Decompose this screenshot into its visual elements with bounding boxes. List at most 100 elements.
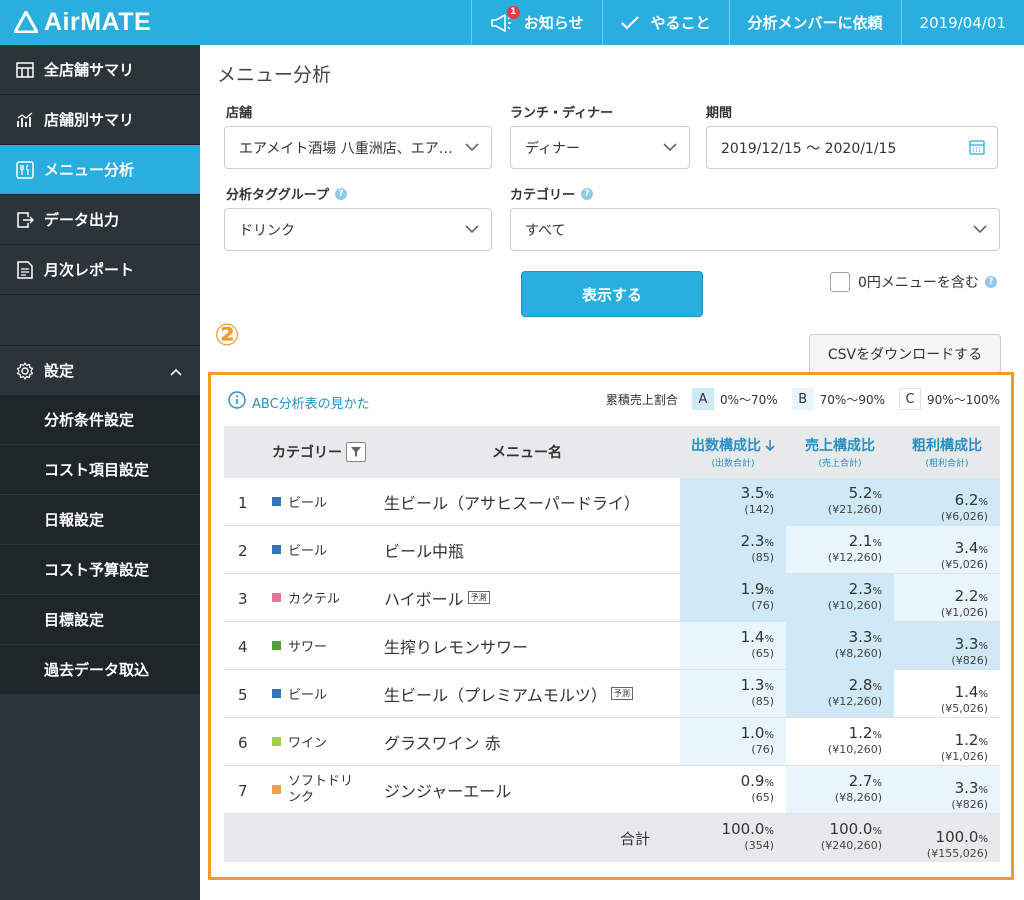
store-select-value: エアメイト酒場 八重洲店、エア… <box>239 140 453 157</box>
sales-ratio-cell: 2.3% (¥10,260) <box>786 574 894 621</box>
lunch-dinner-select[interactable]: ディナー <box>510 126 690 169</box>
category-cell: ビール <box>272 478 327 525</box>
sidebar-item-label: データ出力 <box>44 211 120 229</box>
total-row: 合計 100.0% (354) 100.0% (¥240,260) 100.0%… <box>224 814 1000 862</box>
count-ratio-pct: 0.9% <box>740 772 774 790</box>
tag-group-select[interactable]: ドリンク <box>224 208 492 251</box>
category-cell: ビール <box>272 526 327 573</box>
sales-ratio-cell: 2.7% (¥8,260) <box>786 766 894 813</box>
abc-howto-label: ABC分析表の見かた <box>252 396 370 412</box>
sidebar-item-label: 店舗別サマリ <box>44 111 135 129</box>
profit-total-sub: (粗利合計) <box>925 459 969 469</box>
help-icon[interactable]: ? <box>984 276 997 288</box>
sidebar-sub-label: コスト予算設定 <box>44 561 150 579</box>
tag-group-label: 分析タググループ ? <box>226 184 347 203</box>
sidebar-item-monthly-report[interactable]: 月次レポート <box>0 245 200 295</box>
help-icon[interactable]: ? <box>334 187 347 200</box>
profit-ratio-pct: 3.3% <box>954 635 988 653</box>
sidebar-sub-cost-items[interactable]: コスト項目設定 <box>0 445 200 495</box>
store-select[interactable]: エアメイト酒場 八重洲店、エア… <box>224 126 492 169</box>
period-value: 2019/12/15 〜 2020/1/15 <box>721 140 897 157</box>
sales-ratio-cell: 3.3% (¥8,260) <box>786 622 894 669</box>
table-row[interactable]: 1 ビール 生ビール（アサヒスーパードライ） 3.5% (142) 5.2% (… <box>224 478 1000 526</box>
category-header-label: カテゴリー <box>272 445 342 461</box>
sidebar-item-label: メニュー分析 <box>44 161 135 179</box>
sidebar-item-menu-analysis[interactable]: メニュー分析 <box>0 145 200 195</box>
profit-ratio-label: 粗利構成比 <box>912 438 982 454</box>
profit-ratio-header[interactable]: 粗利構成比 (粗利合計) <box>894 426 1000 478</box>
count-ratio-cell: 0.9% (65) <box>680 766 786 813</box>
table-row[interactable]: 6 ワイン グラスワイン 赤 1.0% (76) 1.2% (¥10,260) <box>224 718 1000 766</box>
category-cell: サワー <box>272 622 327 669</box>
table-row[interactable]: 7 ソフトドリンク ジンジャーエール 0.9% (65) 2.7% (¥8,26… <box>224 766 1000 814</box>
chevron-down-icon <box>465 222 479 238</box>
sales-ratio-pct: 3.3% <box>848 628 882 646</box>
sales-ratio-cell: 5.2% (¥21,260) <box>786 478 894 525</box>
sidebar-item-data-export[interactable]: データ出力 <box>0 195 200 245</box>
chevron-down-icon <box>663 140 677 156</box>
count-ratio-header[interactable]: 出数構成比 (出数合計) <box>680 426 786 478</box>
csv-download-button[interactable]: CSVをダウンロードする <box>809 334 1001 374</box>
todo-button[interactable]: やること <box>601 0 729 45</box>
table-row[interactable]: 5 ビール 生ビール（プレミアムモルツ） 予測 1.3% (85) 2.8% (¥… <box>224 670 1000 718</box>
count-ratio-pct: 1.3% <box>740 676 774 694</box>
profit-ratio-cell: 6.2% (¥6,026) <box>894 478 1000 525</box>
megaphone-icon: 1 <box>490 5 520 32</box>
abc-legend: 累積売上割合 A 0%〜70% B 70%〜90% C 90%〜100% <box>606 388 1000 410</box>
calendar-icon[interactable] <box>969 139 985 159</box>
sidebar-item-all-stores[interactable]: 全店舗サマリ <box>0 45 200 95</box>
chevron-up-icon <box>170 362 182 380</box>
profit-ratio-pct: 1.4% <box>954 683 988 701</box>
menu-name: ビール中瓶 <box>384 541 465 561</box>
table-row[interactable]: 4 サワー 生搾りレモンサワー 1.4% (65) 3.3% (¥8,260) <box>224 622 1000 670</box>
lunch-dinner-label: ランチ・ディナー <box>510 106 614 121</box>
count-ratio-pct: 2.3% <box>740 532 774 550</box>
sales-ratio-header[interactable]: 売上構成比 (売上合計) <box>786 426 894 478</box>
show-button[interactable]: 表示する <box>521 271 703 317</box>
zero-menu-checkbox[interactable] <box>830 272 850 292</box>
category-select[interactable]: すべて <box>510 208 1000 251</box>
abc-howto-link[interactable]: ABC分析表の見かた <box>228 391 370 413</box>
category-value: すべて <box>525 222 566 239</box>
menu-name: 生搾りレモンサワー <box>384 637 529 657</box>
menu-column-header: メニュー名 <box>492 445 562 461</box>
category-name: ビール <box>288 496 328 511</box>
date-label: 2019/04/01 <box>919 13 1006 32</box>
airmate-logo[interactable]: AirMATE <box>14 8 151 36</box>
profit-ratio-value: (¥5,026) <box>940 558 988 571</box>
sidebar-settings-toggle[interactable]: 設定 <box>0 345 200 395</box>
sales-ratio-pct: 5.2% <box>848 484 882 502</box>
sidebar-item-store-summary[interactable]: 店舗別サマリ <box>0 95 200 145</box>
sidebar-sub-analysis-conditions[interactable]: 分析条件設定 <box>0 395 200 445</box>
sidebar-sub-daily-report[interactable]: 日報設定 <box>0 495 200 545</box>
period-input[interactable]: 2019/12/15 〜 2020/1/15 <box>706 126 998 169</box>
chart-icon <box>14 109 36 131</box>
count-ratio-value: (76) <box>751 743 774 756</box>
row-number: 5 <box>238 686 248 704</box>
count-ratio-value: (142) <box>744 503 774 516</box>
request-member-button[interactable]: 分析メンバーに依頼 <box>728 0 901 45</box>
sidebar: 全店舗サマリ 店舗別サマリ メニュー分析 データ出力 月次レポート 設定 分析条 <box>0 45 200 900</box>
profit-ratio-cell: 1.2% (¥1,026) <box>894 718 1000 765</box>
count-ratio-cell: 3.5% (142) <box>680 478 786 525</box>
help-icon[interactable]: ? <box>581 187 594 200</box>
sidebar-sub-cost-budget[interactable]: コスト予算設定 <box>0 545 200 595</box>
total-profit-cell: 100.0% (¥155,026) <box>894 814 1000 862</box>
filter-icon[interactable] <box>346 442 366 462</box>
count-ratio-value: (85) <box>751 551 774 564</box>
category-name: ソフトドリンク <box>288 773 354 805</box>
notice-button[interactable]: 1 お知らせ <box>470 0 602 45</box>
category-color-swatch <box>272 785 281 794</box>
profit-ratio-value: (¥826) <box>951 654 988 667</box>
sidebar-sub-label: コスト項目設定 <box>44 461 150 479</box>
category-name: ビール <box>288 544 328 559</box>
count-ratio-pct: 1.0% <box>740 724 774 742</box>
sales-ratio-pct: 2.8% <box>848 676 882 694</box>
total-sales-pct: 100.0% <box>829 820 882 838</box>
table-row[interactable]: 2 ビール ビール中瓶 2.3% (85) 2.1% (¥12,260) 3.4… <box>224 526 1000 574</box>
count-total-sub: (出数合計) <box>711 459 755 469</box>
sidebar-sub-targets[interactable]: 目標設定 <box>0 595 200 645</box>
sidebar-sub-past-data-import[interactable]: 過去データ取込 <box>0 645 200 695</box>
category-cell: カクテル <box>272 574 340 621</box>
table-row[interactable]: 3 カクテル ハイボール予測 1.9% (76) 2.3% (¥10,260) <box>224 574 1000 622</box>
